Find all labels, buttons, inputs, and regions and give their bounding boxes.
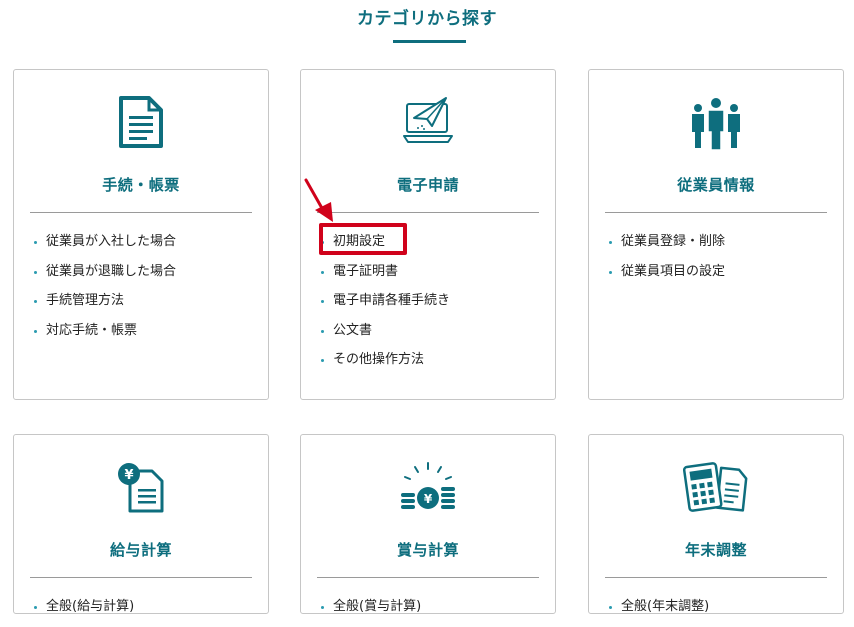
card-title: 賞与計算 [396, 541, 459, 559]
link-item[interactable]: 従業員が入社した場合 [32, 232, 176, 262]
yen-document-icon: ¥ [118, 463, 164, 513]
link-item[interactable]: 全般(給与計算) [32, 597, 134, 627]
link-item[interactable]: 従業員が退職した場合 [32, 262, 176, 292]
card-title: 手続・帳票 [102, 176, 180, 194]
yen-coins-icon: ¥ [401, 462, 455, 509]
link-item[interactable]: 従業員項目の設定 [607, 262, 725, 292]
annotation-arrow-icon [304, 178, 333, 222]
link-list: 従業員が入社した場合 従業員が退職した場合 手続管理方法 対応手続・帳票 [32, 232, 176, 350]
link-list: 従業員登録・削除 従業員項目の設定 [607, 232, 725, 291]
link-item[interactable]: 対応手続・帳票 [32, 321, 176, 351]
calculator-document-icon [683, 462, 748, 512]
people-group-icon [692, 98, 740, 150]
svg-text:¥: ¥ [424, 492, 433, 506]
link-item[interactable]: 全般(年末調整) [607, 597, 709, 627]
link-item[interactable]: 公文書 [319, 321, 450, 351]
link-list: 全般(賞与計算) [319, 597, 421, 627]
annotation-highlight-box [319, 223, 407, 255]
category-card-bonus: ¥ 賞与計算 全般(賞与計算) [300, 434, 556, 614]
category-card-payroll: ¥ 給与計算 全般(給与計算) [13, 434, 269, 614]
section-title-underline [393, 40, 466, 43]
link-list: 全般(給与計算) [32, 597, 134, 627]
link-item[interactable]: その他操作方法 [319, 350, 450, 380]
link-item[interactable]: 手続管理方法 [32, 291, 176, 321]
card-divider [30, 577, 252, 578]
card-divider [30, 212, 252, 213]
link-item[interactable]: 全般(賞与計算) [319, 597, 421, 627]
link-item[interactable]: 電子証明書 [319, 262, 450, 292]
category-card-year-end: 年末調整 全般(年末調整) [588, 434, 844, 614]
card-divider [605, 212, 827, 213]
card-divider [605, 577, 827, 578]
document-icon [119, 96, 163, 148]
category-card-procedures: 手続・帳票 従業員が入社した場合 従業員が退職した場合 手続管理方法 対応手続・… [13, 69, 269, 400]
card-divider [317, 577, 539, 578]
card-divider [317, 212, 539, 213]
link-item[interactable]: 従業員登録・削除 [607, 232, 725, 262]
link-list: 全般(年末調整) [607, 597, 709, 627]
link-item[interactable]: 電子申請各種手続き [319, 291, 450, 321]
card-title: 従業員情報 [677, 176, 755, 194]
card-title: 給与計算 [109, 541, 172, 559]
svg-text:¥: ¥ [124, 468, 133, 483]
section-title: カテゴリから探す [357, 9, 497, 29]
laptop-paper-plane-icon [403, 97, 453, 143]
category-card-employee-info: 従業員情報 従業員登録・削除 従業員項目の設定 [588, 69, 844, 400]
card-title: 年末調整 [684, 541, 747, 559]
